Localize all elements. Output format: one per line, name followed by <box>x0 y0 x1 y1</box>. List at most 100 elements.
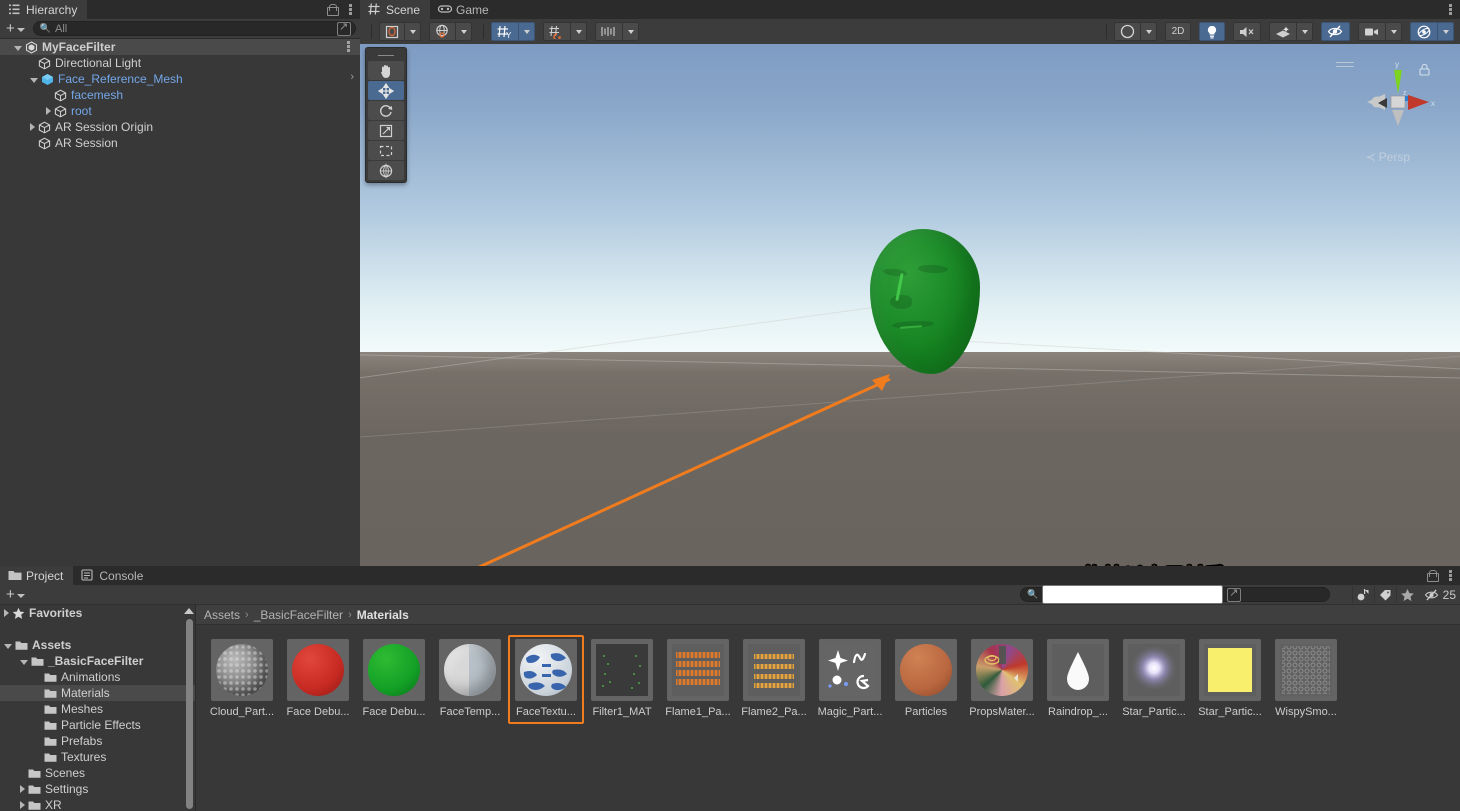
foldout-closed-icon[interactable] <box>46 107 51 115</box>
breadcrumb-item[interactable]: Assets <box>204 608 240 622</box>
filter-by-label-button[interactable] <box>1373 586 1396 603</box>
hierarchy-menu-icon[interactable] <box>344 3 356 16</box>
effects-dropdown[interactable] <box>1297 22 1313 41</box>
snap-increment-button[interactable] <box>595 22 623 41</box>
asset-item[interactable]: Face Debu... <box>280 635 356 724</box>
foldout-open-icon[interactable] <box>20 659 28 665</box>
hierarchy-search-input[interactable] <box>54 22 333 35</box>
draw-mode-button[interactable] <box>379 22 405 41</box>
project-search-input[interactable] <box>1042 585 1224 604</box>
tab-scene[interactable]: Scene <box>360 0 431 19</box>
hierarchy-item[interactable]: AR Session Origin <box>0 119 360 135</box>
rect-tool-button[interactable] <box>368 141 404 160</box>
rotate-tool-button[interactable] <box>368 101 404 120</box>
asset-item[interactable]: Star_Partic... <box>1116 635 1192 724</box>
hierarchy-row-menu-icon[interactable] <box>342 40 354 53</box>
asset-item[interactable]: Magic_Part... <box>812 635 888 724</box>
scene-lighting-preview-button[interactable] <box>1114 22 1141 41</box>
project-tree-item[interactable]: XR <box>0 797 195 811</box>
foldout-closed-icon[interactable] <box>4 609 9 617</box>
grid-axis-dropdown[interactable] <box>519 22 535 41</box>
hierarchy-item[interactable]: Face_Reference_Mesh › <box>0 71 360 87</box>
foldout-open-icon[interactable] <box>30 77 38 83</box>
scene-audio-button[interactable] <box>1233 22 1261 41</box>
gizmo-lock-icon[interactable] <box>1419 63 1430 76</box>
filter-by-type-button[interactable] <box>1351 586 1374 603</box>
breadcrumb-item[interactable]: _BasicFaceFilter <box>254 608 343 622</box>
scene-menu-icon[interactable] <box>1444 3 1456 16</box>
project-create-button[interactable]: + <box>4 587 27 603</box>
project-tree-item[interactable]: _BasicFaceFilter <box>0 653 195 669</box>
project-tree-item[interactable]: Assets <box>0 637 195 653</box>
lock-icon[interactable] <box>327 3 339 16</box>
asset-item[interactable]: FaceTextu... <box>508 635 584 724</box>
tab-project[interactable]: Project <box>0 566 74 585</box>
project-tree-item[interactable]: Scenes <box>0 765 195 781</box>
asset-item[interactable]: Face Debu... <box>356 635 432 724</box>
hierarchy-search-field[interactable]: 🔍 <box>32 20 356 36</box>
gizmos-button[interactable] <box>1410 22 1438 41</box>
grid-snap-dropdown[interactable] <box>571 22 587 41</box>
hierarchy-open-prefab-arrow[interactable]: › <box>350 71 354 83</box>
project-tree-item[interactable]: Meshes <box>0 701 195 717</box>
tab-console[interactable]: Console <box>73 566 153 585</box>
scene-visibility-button[interactable] <box>1321 22 1350 41</box>
hierarchy-item[interactable]: MyFaceFilter <box>0 39 360 55</box>
foldout-open-icon[interactable] <box>14 45 22 51</box>
draw-mode-dropdown[interactable] <box>405 22 421 41</box>
gizmo-drag-handle[interactable] <box>1336 62 1354 68</box>
tab-game[interactable]: Game <box>430 0 499 19</box>
project-tree-item[interactable]: Animations <box>0 669 195 685</box>
project-tree-item[interactable]: Prefabs <box>0 733 195 749</box>
asset-item[interactable]: WispySmo... <box>1268 635 1344 724</box>
toggle-2d-button[interactable]: 2D <box>1165 22 1191 41</box>
asset-item[interactable]: Filter1_MAT <box>584 635 660 724</box>
camera-dropdown[interactable] <box>1386 22 1402 41</box>
gizmos-dropdown[interactable] <box>1438 22 1454 41</box>
project-tree-item[interactable]: Particle Effects <box>0 717 195 733</box>
hidden-assets-count[interactable]: 25 <box>1418 588 1456 602</box>
hand-tool-button[interactable] <box>368 61 404 80</box>
filter-favorites-button[interactable] <box>1395 586 1418 603</box>
project-tree-item[interactable]: Favorites <box>0 605 195 621</box>
hierarchy-item[interactable]: Directional Light <box>0 55 360 71</box>
scene-orientation-gizmo[interactable]: y z x ≺ Persp <box>1332 56 1442 176</box>
asset-item[interactable]: Particles <box>888 635 964 724</box>
snap-increment-dropdown[interactable] <box>623 22 639 41</box>
project-search-field[interactable]: 🔍 <box>1020 585 1330 604</box>
gizmo-space-dropdown[interactable] <box>456 22 472 41</box>
grid-axis-button[interactable]: Y <box>491 22 519 41</box>
scene-lighting-button[interactable] <box>1199 22 1225 41</box>
asset-item[interactable]: Flame2_Pa... <box>736 635 812 724</box>
create-gameobject-button[interactable]: + <box>4 21 27 37</box>
tab-hierarchy[interactable]: Hierarchy <box>0 0 88 19</box>
tool-palette-grip[interactable] <box>368 50 404 60</box>
foldout-closed-icon[interactable] <box>20 801 25 809</box>
project-menu-icon[interactable] <box>1444 569 1456 582</box>
foldout-closed-icon[interactable] <box>30 123 35 131</box>
scene-shading-dropdown[interactable] <box>1141 22 1157 41</box>
asset-item[interactable]: Flame1_Pa... <box>660 635 736 724</box>
scene-canvas[interactable]: y z x ≺ Persp <box>360 44 1460 566</box>
project-tree-item[interactable]: Settings <box>0 781 195 797</box>
breadcrumb-item[interactable]: Materials <box>357 608 409 622</box>
asset-item[interactable]: Star_Partic... <box>1192 635 1268 724</box>
gizmo-persp-label[interactable]: ≺ Persp <box>1366 150 1410 164</box>
gizmo-globe-button[interactable] <box>429 22 456 41</box>
foldout-open-icon[interactable] <box>4 643 12 649</box>
tree-scroll-up-arrow[interactable] <box>184 608 194 614</box>
hierarchy-item[interactable]: root <box>0 103 360 119</box>
move-tool-button[interactable] <box>368 81 404 100</box>
scale-tool-button[interactable] <box>368 121 404 140</box>
project-lock-icon[interactable] <box>1427 569 1439 582</box>
tree-scrollbar[interactable] <box>186 619 193 809</box>
hierarchy-item[interactable]: AR Session <box>0 135 360 151</box>
effects-button[interactable] <box>1269 22 1297 41</box>
asset-item[interactable]: FaceTemp... <box>432 635 508 724</box>
grid-snap-button[interactable] <box>543 22 571 41</box>
hierarchy-item[interactable]: facemesh <box>0 87 360 103</box>
project-expand-icon[interactable] <box>1227 586 1242 602</box>
project-tree-item[interactable]: Materials <box>0 685 195 701</box>
asset-item[interactable]: PropsMater... <box>964 635 1040 724</box>
project-tree-item[interactable]: Textures <box>0 749 195 765</box>
